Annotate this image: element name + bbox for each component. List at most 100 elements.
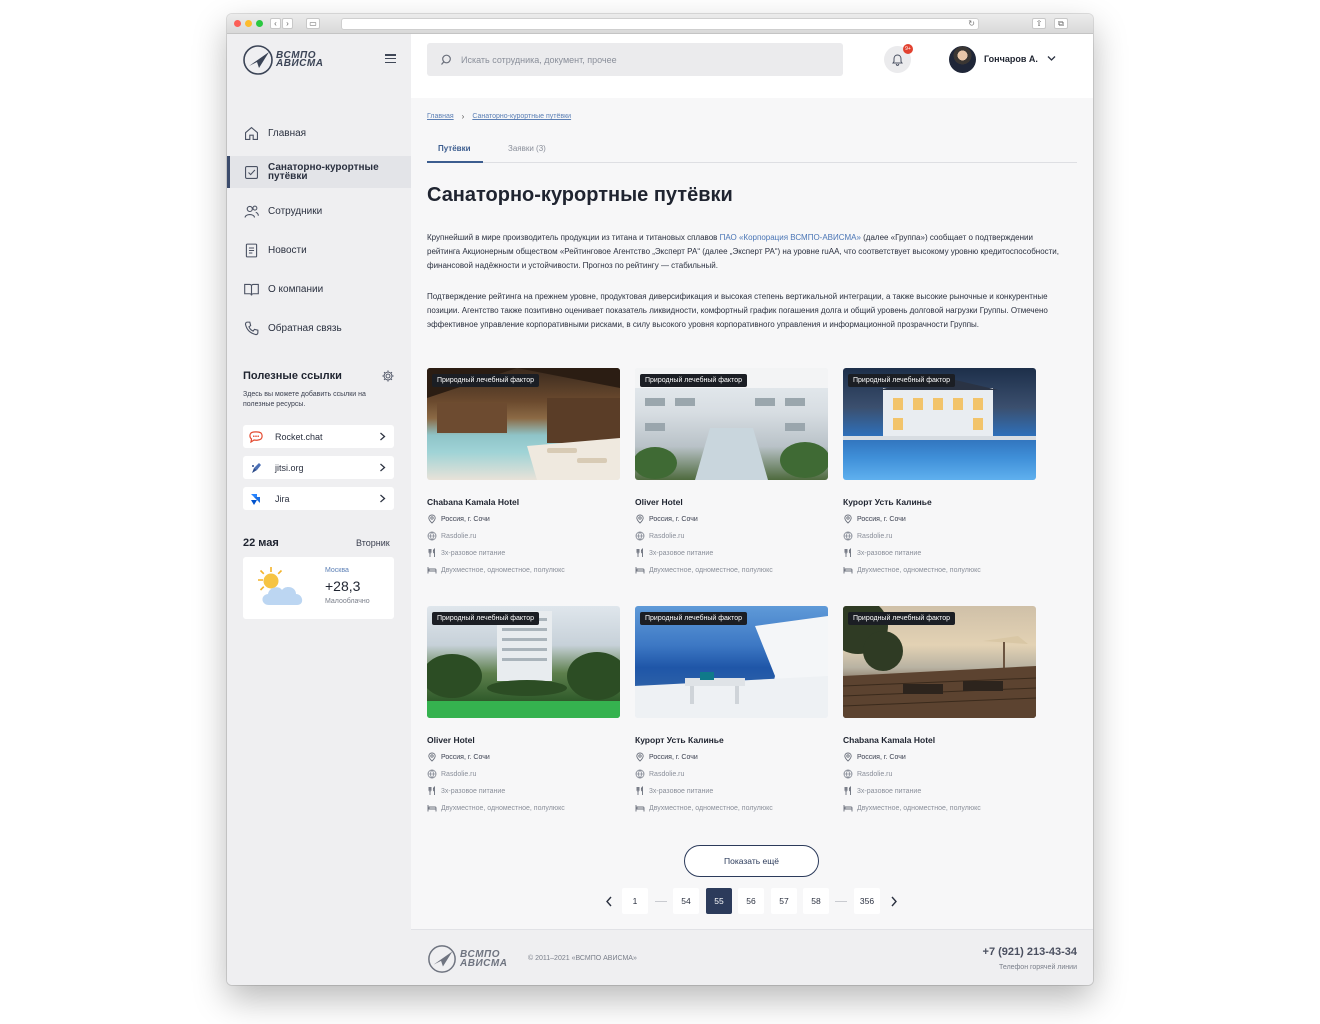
intro-text: Крупнейший в мире производитель продукци… xyxy=(427,233,720,242)
nav-item-feedback[interactable]: Обратная связь xyxy=(227,309,411,348)
company-link[interactable]: ПАО «Корпорация ВСМПО-АВИСМА» xyxy=(720,233,861,242)
website-text[interactable]: Rasdolie.ru xyxy=(857,533,892,540)
chevron-right-icon xyxy=(380,463,386,472)
zoom-window-button[interactable] xyxy=(256,20,263,27)
weather-condition: Малооблачно xyxy=(325,598,370,605)
resort-card[interactable]: Природный лечебный фактор Oliver Hotel Р… xyxy=(635,368,828,575)
link-jitsi[interactable]: jitsi.org xyxy=(243,456,394,479)
chevron-down-icon[interactable] xyxy=(1047,55,1056,62)
useful-links-description: Здесь вы можете добавить ссылки на полез… xyxy=(243,391,366,408)
resort-name[interactable]: Oliver Hotel xyxy=(635,497,828,507)
resort-name[interactable]: Chabana Kamala Hotel xyxy=(427,497,620,507)
resort-website: Rasdolie.ru xyxy=(635,531,828,541)
resort-name[interactable]: Курорт Усть Калинье xyxy=(843,497,1036,507)
resort-name[interactable]: Chabana Kamala Hotel xyxy=(843,735,1036,745)
page-title: Санаторно-курортные путёвки xyxy=(427,184,733,206)
logo-plane-icon xyxy=(243,45,273,75)
rating-paragraph: Подтверждение рейтинга на прежнем уровне… xyxy=(427,292,1048,330)
active-tab-indicator xyxy=(427,161,483,163)
website-text[interactable]: Rasdolie.ru xyxy=(649,533,684,540)
feature-tag: Природный лечебный фактор xyxy=(848,374,955,387)
meals-text: 3х-разовое питание xyxy=(441,549,506,557)
breadcrumb-home[interactable]: Главная xyxy=(427,113,454,120)
back-button[interactable]: ‹ xyxy=(270,18,281,29)
sidebar-toggle-icon[interactable]: ▭ xyxy=(306,18,320,29)
close-window-button[interactable] xyxy=(234,20,241,27)
meals-text: 3х-разовое питание xyxy=(649,787,714,795)
tab-requests[interactable]: Заявки (3) xyxy=(508,144,546,153)
page-button-current[interactable]: 55 xyxy=(706,888,732,914)
page-button[interactable]: 54 xyxy=(673,888,699,914)
website-text[interactable]: Rasdolie.ru xyxy=(857,771,892,778)
location-pin-icon xyxy=(844,514,852,524)
page-button[interactable]: 356 xyxy=(854,888,880,914)
tab-vouchers[interactable]: Путёвки xyxy=(438,144,471,153)
forward-button[interactable]: › xyxy=(282,18,293,29)
resort-card[interactable]: Природный лечебный фактор Курорт Усть Ка… xyxy=(635,606,828,813)
resort-location: Россия, г. Сочи xyxy=(427,514,620,524)
breadcrumb-current[interactable]: Санаторно-курортные путёвки xyxy=(472,113,571,120)
resort-website: Rasdolie.ru xyxy=(427,531,620,541)
current-weekday: Вторник xyxy=(356,538,390,548)
nav-item-employees[interactable]: Сотрудники xyxy=(227,192,411,231)
resort-rooms: Двухместное, одноместное, полулюкс xyxy=(843,803,1036,813)
useful-links-title: Полезные ссылки xyxy=(243,370,342,382)
share-icon[interactable]: ⇧ xyxy=(1032,18,1046,29)
location-text: Россия, г. Сочи xyxy=(857,515,906,523)
avatar[interactable] xyxy=(949,46,976,73)
feature-tag: Природный лечебный фактор xyxy=(432,374,539,387)
link-rocket-chat[interactable]: Rocket.chat xyxy=(243,425,394,448)
address-bar[interactable]: ↻ xyxy=(341,18,979,30)
resort-photo: Природный лечебный фактор xyxy=(843,606,1036,718)
resort-meals: 3х-разовое питание xyxy=(427,548,620,558)
resort-location: Россия, г. Сочи xyxy=(635,514,828,524)
pagination-ellipsis xyxy=(655,901,667,902)
user-name[interactable]: Гончаров А. xyxy=(984,54,1038,64)
checkbox-icon xyxy=(244,165,259,179)
nav-item-home[interactable]: Главная xyxy=(227,114,411,153)
nav-item-vouchers[interactable]: Санаторно-курортные путёвки xyxy=(227,156,411,188)
tabs-icon[interactable]: ⧉ xyxy=(1054,18,1068,29)
meals-text: 3х-разовое питание xyxy=(857,787,922,795)
location-text: Россия, г. Сочи xyxy=(441,515,490,523)
chevron-right-icon[interactable] xyxy=(890,896,898,907)
hotline-phone[interactable]: +7 (921) 213-43-34 xyxy=(983,946,1077,958)
resort-card[interactable]: Природный лечебный фактор Курорт Усть Ка… xyxy=(843,368,1036,575)
chevron-left-icon[interactable] xyxy=(605,896,613,907)
website-text[interactable]: Rasdolie.ru xyxy=(441,533,476,540)
reload-icon[interactable]: ↻ xyxy=(968,19,975,29)
website-text[interactable]: Rasdolie.ru xyxy=(649,771,684,778)
nav-item-label: Сотрудники xyxy=(268,206,323,217)
resort-photo: Природный лечебный фактор xyxy=(427,368,620,480)
resort-name[interactable]: Курорт Усть Калинье xyxy=(635,735,828,745)
footer-logo-text: ВСМПО АВИСМА xyxy=(460,949,508,969)
weather-city: Москва xyxy=(325,567,349,574)
logo[interactable]: ВСМПО АВИСМА xyxy=(242,44,332,76)
resort-card[interactable]: Природный лечебный фактор Chabana Kamala… xyxy=(843,606,1036,813)
bed-icon xyxy=(635,805,645,812)
page-button[interactable]: 58 xyxy=(803,888,829,914)
footer-logo[interactable]: ВСМПО АВИСМА xyxy=(427,944,513,974)
phone-icon xyxy=(244,321,259,336)
menu-icon[interactable] xyxy=(385,54,396,64)
nav-item-label: Новости xyxy=(268,245,307,256)
page-button[interactable]: 57 xyxy=(771,888,797,914)
gear-icon[interactable] xyxy=(381,369,395,383)
website-text[interactable]: Rasdolie.ru xyxy=(441,771,476,778)
show-more-button[interactable]: Показать ещё xyxy=(684,845,819,877)
page-button[interactable]: 56 xyxy=(738,888,764,914)
bed-icon xyxy=(843,805,853,812)
nav-item-news[interactable]: Новости xyxy=(227,231,411,270)
link-jira[interactable]: Jira xyxy=(243,487,394,510)
resort-location: Россия, г. Сочи xyxy=(843,514,1036,524)
resort-card[interactable]: Природный лечебный фактор Oliver Hotel Р… xyxy=(427,606,620,813)
page-button[interactable]: 1 xyxy=(622,888,648,914)
minimize-window-button[interactable] xyxy=(245,20,252,27)
resort-name[interactable]: Oliver Hotel xyxy=(427,735,620,745)
resort-card[interactable]: Природный лечебный фактор Chabana Kamala… xyxy=(427,368,620,575)
top-bar: Искать сотрудника, документ, прочее 9+ Г… xyxy=(411,34,1093,98)
nav-item-about[interactable]: О компании xyxy=(227,270,411,309)
location-pin-icon xyxy=(636,752,644,762)
hotline-label: Телефон горячей линии xyxy=(999,964,1077,971)
search-input[interactable]: Искать сотрудника, документ, прочее xyxy=(427,43,843,76)
